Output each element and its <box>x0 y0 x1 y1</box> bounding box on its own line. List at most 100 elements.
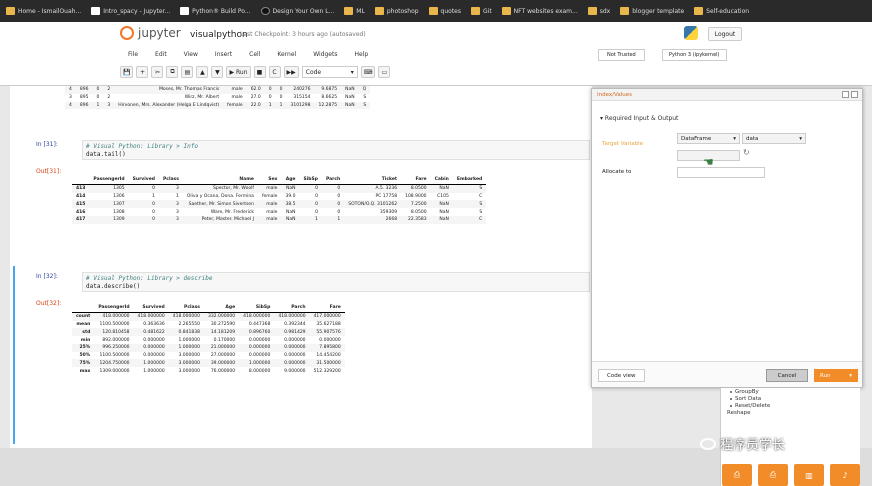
column-header: Survived <box>128 176 159 185</box>
side-panel-item[interactable]: Reset/Delete <box>721 402 860 409</box>
allocate-to-input[interactable] <box>677 167 765 178</box>
menu-file[interactable]: File <box>120 49 146 60</box>
bookmark-item[interactable]: photoshop <box>371 0 423 22</box>
watermark-text: 程序员学长 <box>720 438 786 453</box>
table-cell: 38.5 <box>281 200 300 209</box>
kernel-indicator[interactable]: Python 3 (ipykernel) <box>662 49 727 61</box>
code-view-button[interactable]: Code view <box>598 369 645 382</box>
refresh-icon[interactable]: ↻ <box>743 148 750 157</box>
trusted-indicator[interactable]: Not Trusted <box>598 49 645 61</box>
table-cell: 1100.500000 <box>99 321 130 327</box>
table-cell: 0 <box>264 86 276 94</box>
panel-icon[interactable]: ▭ <box>378 66 391 78</box>
jupyter-logo-icon <box>120 26 134 40</box>
table-cell: male <box>231 95 243 101</box>
jupyter-logo[interactable]: jupyter <box>120 26 181 40</box>
menu-bar: File Edit View Insert Cell Kernel Widgets Help <box>120 49 376 60</box>
maximize-icon[interactable] <box>842 91 849 98</box>
fast-forward-icon[interactable]: ▶▶ <box>283 66 299 78</box>
bookmark-item[interactable]: Design Your Own L... <box>257 0 339 22</box>
bookmark-item[interactable]: Intro_spacy - Jupyter... <box>87 0 174 22</box>
bookmark-item[interactable]: sdx <box>584 0 615 22</box>
table-cell: 14.454200 <box>316 353 341 359</box>
table-row: 4 896 1 3 Hirvonen, Mrs. Alexander (Helga E … <box>65 101 371 110</box>
file-icon[interactable]: ⎙ <box>722 464 752 486</box>
bookmark-item[interactable]: ML <box>340 0 369 22</box>
copy-icon[interactable]: ⧉ <box>166 66 179 78</box>
bookmark-item[interactable]: Self-education <box>690 0 753 22</box>
code-cell-31[interactable]: In [31]: # Visual Python: Library > Info… <box>10 138 592 166</box>
bookmark-item[interactable]: Home - IsmailOuah... <box>2 0 85 22</box>
menu-edit[interactable]: Edit <box>147 49 175 60</box>
menu-view[interactable]: View <box>176 49 206 60</box>
menu-insert[interactable]: Insert <box>207 49 240 60</box>
table-cell: 996.250000 <box>94 343 134 352</box>
table-cell: Q <box>358 86 371 94</box>
side-panel-item[interactable]: Reshape <box>721 410 860 417</box>
side-panel-item[interactable]: Sort Data <box>721 395 860 402</box>
add-cell-icon[interactable]: + <box>136 66 149 78</box>
move-down-icon[interactable]: ▼ <box>211 66 224 78</box>
bookmark-item[interactable]: blogger template <box>616 0 688 22</box>
move-up-icon[interactable]: ▲ <box>196 66 209 78</box>
table-cell: 4 <box>65 101 76 110</box>
table-cell: 1 <box>321 215 345 224</box>
bookmark-item[interactable]: quotes <box>425 0 465 22</box>
close-icon[interactable] <box>851 91 858 98</box>
paste-icon[interactable]: ▤ <box>181 66 194 78</box>
column-header: Embarked <box>452 176 487 185</box>
cancel-button[interactable]: Cancel <box>766 369 808 382</box>
bookmark-item[interactable]: Python® Build Po... <box>176 0 254 22</box>
run-button[interactable]: ▶ Run <box>226 66 251 78</box>
target-value-select[interactable]: data ▾ <box>742 133 806 144</box>
notebook-header: jupyter visualpython Last Checkpoint: 3 … <box>0 22 872 86</box>
table-row: 417 1309 0 3 Peter, Master. Michael Jmale NaN… <box>72 215 487 224</box>
table-row: 413 1305 0 3 Spector, Mr. Woolf male NaN 0 0 A.5.… <box>72 184 487 193</box>
logout-button[interactable]: Logout <box>708 27 742 41</box>
bookmark-item[interactable]: Git <box>467 0 496 22</box>
keyboard-icon[interactable]: ⌨ <box>360 66 376 78</box>
grid-icon[interactable]: ▥ <box>794 464 824 486</box>
music-icon[interactable]: ♪ <box>830 464 860 486</box>
file-icon[interactable]: ⎙ <box>758 464 788 486</box>
section-header[interactable]: ▾ Required Input & Output <box>600 115 678 122</box>
save-icon[interactable]: 💾 <box>120 66 134 78</box>
table-row: 414 1306 1 1 Oliva y Ocana, Dona. Fermina fem… <box>72 193 486 201</box>
code-editor[interactable]: # Visual Python: Library > Info data.tai… <box>82 140 590 160</box>
side-panel-item[interactable]: GroupBy <box>721 388 860 395</box>
target-type-select[interactable]: DataFrame ▾ <box>677 133 740 144</box>
table-cell: 0.981429 <box>274 328 310 337</box>
table-cell: 62.0 <box>246 86 265 94</box>
table-cell: 417 <box>72 215 90 224</box>
bookmark-label: Git <box>483 7 492 15</box>
column-header: Parch <box>321 176 345 185</box>
code-cell-32[interactable]: In [32]: # Visual Python: Library > desc… <box>10 270 592 298</box>
run-button[interactable]: Run ▾ <box>814 369 858 382</box>
table-cell: 8.000000 <box>248 368 271 374</box>
bookmark-item[interactable]: NFT websites exam... <box>498 0 582 22</box>
table-cell: male <box>266 209 278 215</box>
column-header <box>72 176 90 185</box>
column-header: Parch <box>274 304 310 313</box>
bookmark-label: NFT websites exam... <box>513 7 578 15</box>
column-header: Fare <box>401 176 431 185</box>
cut-icon[interactable]: ✂ <box>151 66 164 78</box>
table-cell: mean <box>76 321 91 327</box>
describe-output-table: PassengerId Survived Pclass Age SibSp Parch Fa… <box>72 304 345 375</box>
menu-help[interactable]: Help <box>346 49 376 60</box>
menu-widgets[interactable]: Widgets <box>305 49 345 60</box>
table-cell: 418.000000 <box>239 312 275 321</box>
menu-cell[interactable]: Cell <box>241 49 268 60</box>
table-cell: 0 <box>128 184 159 193</box>
cell-type-select[interactable]: Code ▾ <box>301 66 358 78</box>
stop-icon[interactable]: ■ <box>253 66 266 78</box>
restart-icon[interactable]: C <box>268 66 281 78</box>
table-cell: 896 <box>75 101 93 110</box>
code-editor[interactable]: # Visual Python: Library > describe data… <box>82 272 590 292</box>
menu-kernel[interactable]: Kernel <box>269 49 304 60</box>
index-values-dialog: Index/Values ▾ Required Input & Output T… <box>591 88 863 388</box>
table-row: 415 1307 0 3 Saether, Mr. Simon Sivertsen mal… <box>72 200 487 209</box>
table-cell: 895 <box>79 95 89 101</box>
table-cell: 0.000000 <box>143 353 165 359</box>
table-cell: Wirz, Mr. Albert <box>184 95 220 101</box>
